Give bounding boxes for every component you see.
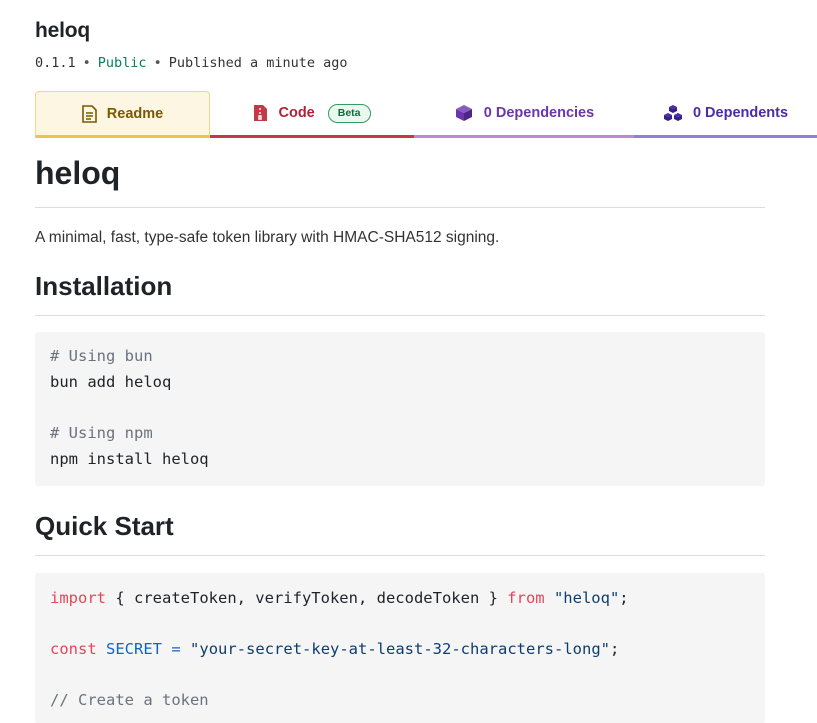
file-code-icon <box>254 105 268 121</box>
module-string: "heloq" <box>553 589 620 607</box>
title-divider <box>35 207 765 208</box>
secret-variable: SECRET <box>106 640 163 658</box>
package-title: heloq <box>35 19 90 42</box>
tab-dependencies[interactable]: 0 Dependencies <box>414 91 634 138</box>
readme-description: A minimal, fast, type-safe token library… <box>35 229 500 246</box>
package-published: Published a minute ago <box>168 55 348 71</box>
tab-code-label: Code <box>278 105 315 121</box>
equals-operator: = <box>171 640 181 658</box>
installation-heading: Installation <box>35 271 173 301</box>
package-tabs: Readme Code Beta 0 Dependencies 0 Depend… <box>35 91 817 138</box>
readme-title: heloq <box>35 155 121 191</box>
code-line: # Using npm <box>50 424 153 442</box>
tab-dependencies-label: 0 Dependencies <box>483 105 595 121</box>
file-text-icon <box>81 104 97 123</box>
beta-badge: Beta <box>327 103 371 123</box>
quickstart-divider <box>35 555 765 556</box>
code-line: bun add heloq <box>50 373 172 391</box>
boxes-icon <box>663 105 682 121</box>
install-code-block: # Using bun bun add heloq # Using npm np… <box>35 332 765 486</box>
code-line: # Using bun <box>50 347 153 365</box>
tab-readme[interactable]: Readme <box>35 91 210 138</box>
package-meta: 0.1.1 • Public • Published a minute ago <box>35 55 348 71</box>
semicolon: ; <box>619 589 629 607</box>
package-version: 0.1.1 <box>35 55 76 71</box>
code-line: import { createToken, verifyToken, decod… <box>50 589 629 607</box>
tab-code[interactable]: Code Beta <box>210 91 414 138</box>
quickstart-heading: Quick Start <box>35 511 174 541</box>
code-line: const SECRET = "your-secret-key-at-least… <box>50 640 619 658</box>
quickstart-code-block: import { createToken, verifyToken, decod… <box>35 573 765 723</box>
code-line: npm install heloq <box>50 450 209 468</box>
import-names: { createToken, verifyToken, decodeToken … <box>106 589 508 607</box>
installation-divider <box>35 315 765 316</box>
code-comment: // Create a token <box>50 691 209 709</box>
tab-dependents-label: 0 Dependents <box>692 105 789 121</box>
const-keyword: const <box>50 640 97 658</box>
package-visibility: Public <box>97 55 147 71</box>
from-keyword: from <box>507 589 545 607</box>
semicolon: ; <box>609 640 620 658</box>
tab-readme-label: Readme <box>106 105 164 122</box>
secret-string: "your-secret-key-at-least-32-characters-… <box>190 640 610 658</box>
box-icon <box>455 105 472 121</box>
tab-dependents[interactable]: 0 Dependents <box>634 91 817 138</box>
import-keyword: import <box>50 589 106 607</box>
